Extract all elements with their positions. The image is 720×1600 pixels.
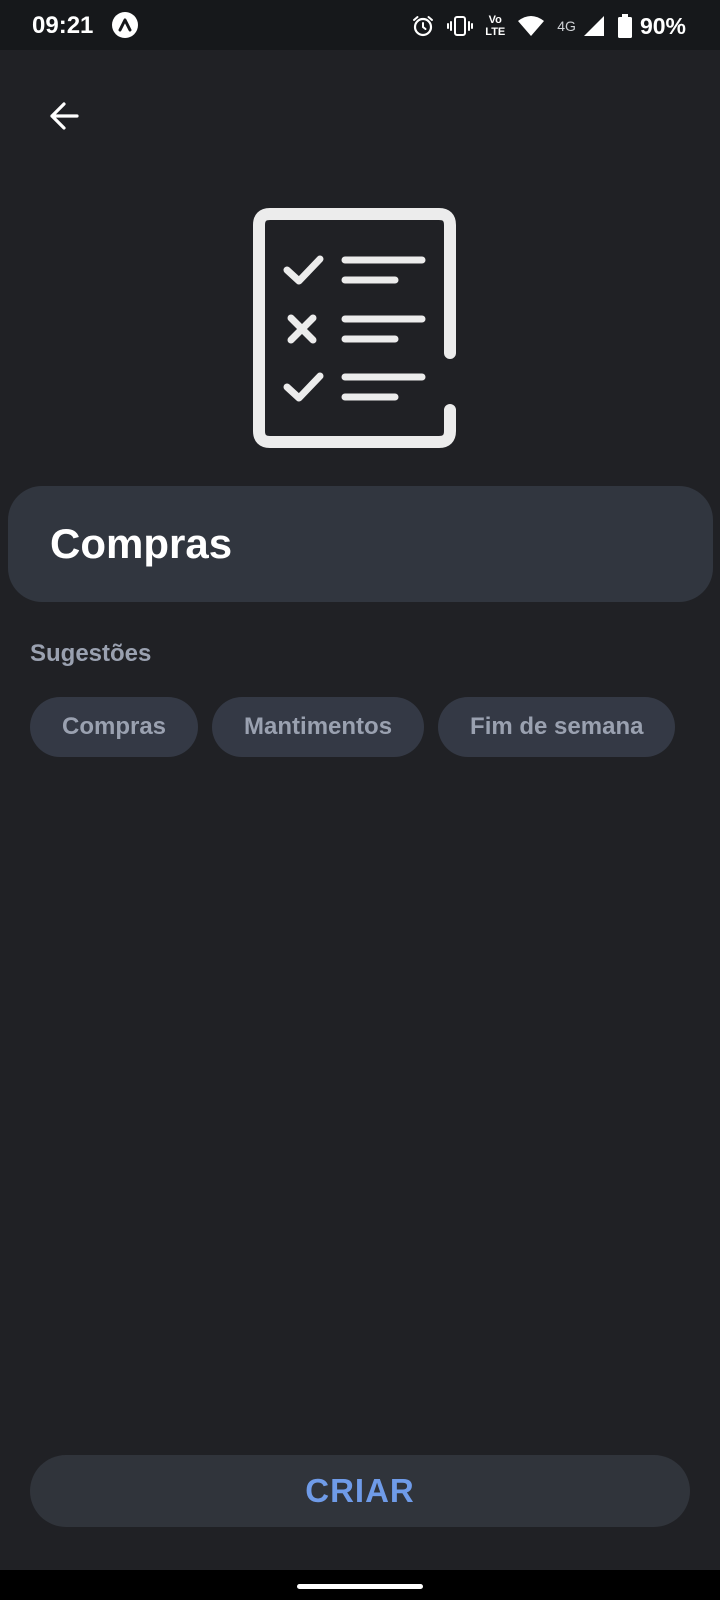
alarm-icon (411, 14, 435, 38)
suggestion-chip-fim-de-semana[interactable]: Fim de semana (438, 697, 676, 757)
status-bar: 09:21 Vo LTE 4G 90% (0, 0, 720, 50)
suggestions-title: Sugestões (30, 640, 152, 667)
create-button[interactable]: CRIAR (30, 1455, 690, 1527)
list-name-input[interactable] (50, 520, 670, 568)
checklist-icon (250, 205, 466, 451)
status-icons: Vo LTE 4G 90% (411, 10, 686, 42)
arrow-left-icon (50, 102, 79, 130)
navigation-bar (0, 1570, 720, 1600)
screen: 09:21 Vo LTE 4G 90% Compras Sugestões Co… (0, 0, 720, 1600)
list-name-field[interactable] (8, 486, 713, 602)
vibrate-icon (447, 14, 474, 38)
back-button[interactable] (40, 92, 88, 140)
suggestion-chip-mantimentos[interactable]: Mantimentos (212, 697, 425, 757)
network-type: 4G (557, 18, 576, 34)
battery-icon (617, 14, 632, 38)
volte-icon: Vo LTE (485, 14, 505, 38)
status-time: 09:21 (32, 12, 94, 39)
wifi-icon (517, 15, 545, 37)
volte-bottom-label: LTE (485, 26, 506, 38)
battery-percent: 90% (639, 12, 686, 39)
signal-icon (582, 14, 606, 38)
suggestion-chips: Compras Mantimentos Fim de semana (30, 697, 690, 757)
volte-top-label: Vo (488, 14, 502, 26)
home-indicator[interactable] (297, 1584, 423, 1589)
suggestion-chip-compras[interactable]: Compras (30, 697, 199, 757)
app-notification-icon (112, 12, 138, 38)
